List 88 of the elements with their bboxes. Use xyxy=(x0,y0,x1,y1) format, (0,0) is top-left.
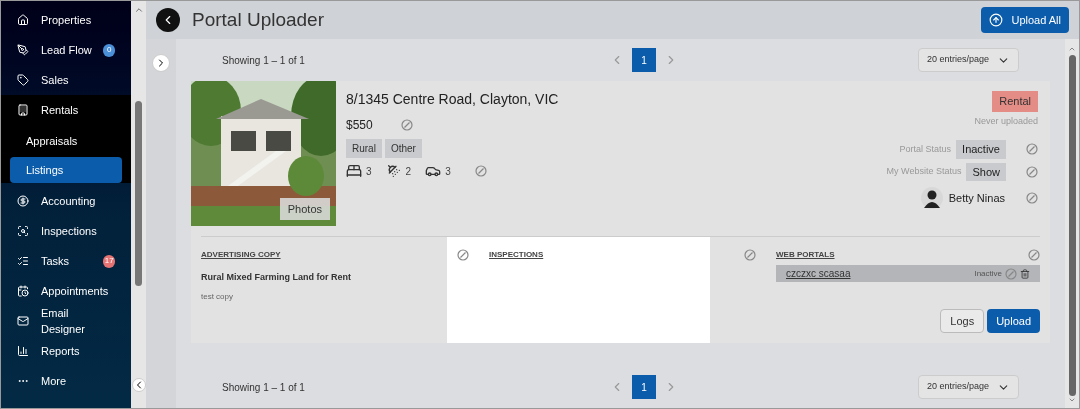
mail-icon xyxy=(17,315,29,327)
bar-chart-icon xyxy=(17,345,29,357)
checklist-icon xyxy=(17,255,29,267)
house-icon xyxy=(17,14,29,26)
section-heading: ADVERTISING COPY xyxy=(201,249,282,261)
sidebar-item[interactable]: Accounting xyxy=(1,186,131,216)
sidebar-label: Lead Flow xyxy=(41,43,93,58)
portal-name[interactable]: czczxc scasaa xyxy=(786,266,851,281)
showing-count: Showing 1 – 1 of 1 xyxy=(222,380,306,395)
status-label: Portal Status xyxy=(899,142,952,156)
upload-all-button[interactable]: Upload All xyxy=(981,7,1069,33)
bed-icon xyxy=(346,163,362,179)
expand-icon[interactable] xyxy=(152,54,170,72)
count-badge: 0 xyxy=(103,43,115,57)
type-badge: Rental xyxy=(992,91,1038,112)
circle-slash-icon[interactable] xyxy=(744,249,756,261)
sidebar-label: Rentals xyxy=(41,103,80,118)
showing-count: Showing 1 – 1 of 1 xyxy=(222,53,306,68)
page-button[interactable]: 1 xyxy=(632,375,656,399)
entries-per-page-select[interactable]: 20 entries/page xyxy=(917,375,1019,399)
sidebar-item[interactable]: Tasks 17 xyxy=(1,246,131,276)
car-count: 3 xyxy=(445,164,451,179)
sidebar-label: Appointments xyxy=(41,284,110,299)
delete-icon[interactable] xyxy=(1020,268,1030,279)
sidebar-item[interactable]: Email Designer xyxy=(1,306,131,336)
page-button[interactable]: 1 xyxy=(632,48,656,72)
scroll-down-icon[interactable] xyxy=(1068,396,1076,404)
sidebar-label: Inspections xyxy=(41,224,98,239)
sidebar-item[interactable]: Properties xyxy=(1,5,131,35)
sidebar-item[interactable]: Appointments xyxy=(1,276,131,306)
status-value: Show xyxy=(966,162,1006,181)
section-heading: WEB PORTALS xyxy=(776,249,835,261)
calendar-icon xyxy=(17,285,29,297)
back-button[interactable] xyxy=(156,8,180,32)
sidebar-item[interactable]: Inspections xyxy=(1,216,131,246)
building-icon xyxy=(17,104,29,116)
property-tag: Rural xyxy=(346,139,382,158)
tag-icon xyxy=(17,74,29,86)
sidebar-label: Email Designer xyxy=(41,306,87,337)
circle-slash-icon[interactable] xyxy=(1028,249,1040,261)
sidebar-label: Accounting xyxy=(41,194,97,209)
shower-icon xyxy=(385,163,402,179)
sidebar-item[interactable]: More xyxy=(1,366,131,396)
sidebar-label: Sales xyxy=(41,73,70,88)
sidebar-label: Tasks xyxy=(41,254,71,269)
sidebar-label: Reports xyxy=(41,344,81,359)
upload-icon xyxy=(989,13,1004,27)
dollar-icon xyxy=(17,195,29,207)
property-address: 8/1345 Centre Road, Clayton, VIC xyxy=(346,90,560,109)
circle-slash-icon[interactable] xyxy=(1026,165,1038,178)
inspect-icon xyxy=(17,225,29,237)
sidebar-label: Properties xyxy=(41,13,93,28)
scrollbar-thumb[interactable] xyxy=(135,101,142,286)
entries-per-page-select[interactable]: 20 entries/page xyxy=(917,48,1019,72)
sidebar-subitem[interactable]: Listings xyxy=(10,157,122,183)
logs-button[interactable]: Logs xyxy=(940,309,985,333)
scroll-up-icon[interactable] xyxy=(1068,45,1076,53)
sidebar-item[interactable]: Reports xyxy=(1,336,131,366)
bed-count: 3 xyxy=(366,164,372,179)
agent-name: Betty Ninas xyxy=(948,190,1005,206)
advertising-title: Rural Mixed Farming Land for Rent xyxy=(201,271,352,284)
circle-slash-icon[interactable] xyxy=(1026,143,1038,156)
sidebar-subitem[interactable]: Appraisals xyxy=(10,128,122,154)
count-badge: 17 xyxy=(103,254,115,268)
page-title: Portal Uploader xyxy=(192,7,325,32)
portal-status: Inactive xyxy=(974,267,1002,280)
circle-slash-icon[interactable] xyxy=(474,165,487,177)
section-heading: INSPECTIONS xyxy=(489,249,544,261)
price: $550 xyxy=(346,117,373,134)
avatar-icon xyxy=(920,187,943,209)
sidebar-item[interactable]: Lead Flow 0 xyxy=(1,35,131,65)
circle-slash-icon[interactable] xyxy=(1026,192,1038,204)
bath-count: 2 xyxy=(405,164,412,179)
sidebar-item[interactable]: Rentals xyxy=(1,95,131,125)
status-value: Inactive xyxy=(956,140,1006,159)
scrollbar-thumb[interactable] xyxy=(1068,55,1076,396)
status-label: My Website Status xyxy=(886,165,962,178)
upload-note: Never uploaded xyxy=(974,114,1038,128)
pen-icon xyxy=(17,44,29,56)
upload-button[interactable]: Upload xyxy=(987,309,1040,333)
advertising-body: test copy xyxy=(201,290,234,303)
sidebar-label: More xyxy=(41,374,68,389)
circle-slash-icon[interactable] xyxy=(400,119,413,131)
sidebar-item[interactable]: Sales xyxy=(1,65,131,95)
property-tag: Other xyxy=(384,139,422,158)
scroll-up-icon[interactable] xyxy=(133,5,144,15)
circle-slash-icon[interactable] xyxy=(457,249,469,261)
collapse-icon[interactable] xyxy=(131,378,146,392)
